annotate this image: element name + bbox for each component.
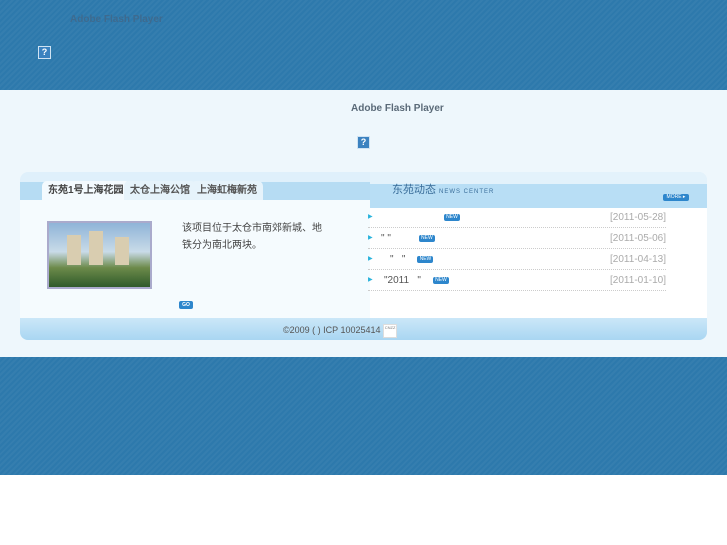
go-button[interactable]: GO xyxy=(179,301,193,309)
news-item-date: [2011-04-13] xyxy=(610,254,666,265)
news-header: 东苑动态 NEWS CENTER MORE ▸ xyxy=(370,172,707,208)
news-item[interactable]: ▶ " " NEW [2011-04-13] xyxy=(368,249,666,270)
bottom-banner xyxy=(0,357,727,475)
bullet-icon: ▶ xyxy=(368,256,373,262)
news-item-title: " " xyxy=(381,233,391,244)
new-badge: NEW xyxy=(418,234,435,242)
question-icon[interactable]: ? xyxy=(357,136,370,149)
tab-hongmei[interactable]: 上海虹梅新苑 xyxy=(191,181,263,201)
news-item[interactable]: ▶ " " NEW [2011-05-06] xyxy=(368,228,666,249)
bullet-icon: ▶ xyxy=(368,277,373,283)
new-badge: NEW xyxy=(444,213,460,221)
new-badge: NEW xyxy=(432,276,449,284)
news-item[interactable]: ▶ "2011 " NEW [2011-01-10] xyxy=(368,270,666,291)
flash-placeholder-text: Adobe Flash Player xyxy=(70,14,163,25)
tab-taicang[interactable]: 太仓上海公馆 xyxy=(124,181,196,201)
footer: ©2009 ( ) ICP 10025414 CNZZ xyxy=(20,318,707,340)
news-item-title: "2011 " xyxy=(384,275,421,286)
question-icon[interactable]: ? xyxy=(38,46,51,59)
news-title: 东苑动态 xyxy=(392,184,436,196)
project-description: 该项目位于太仓市南郊新城、地铁分为南北两块。 xyxy=(182,223,322,251)
copyright-text: ©2009 ( ) ICP 10025414 xyxy=(283,325,381,335)
news-item[interactable]: ▶ NEW [2011-05-28] xyxy=(368,207,666,228)
tab-dongyuan[interactable]: 东苑1号上海花园 xyxy=(42,181,130,201)
news-subtitle: NEWS CENTER xyxy=(439,189,495,195)
new-badge: NEW xyxy=(417,255,434,263)
stats-icon[interactable]: CNZZ xyxy=(383,323,398,338)
flash-placeholder-text: Adobe Flash Player xyxy=(351,103,444,114)
more-button[interactable]: MORE ▸ xyxy=(663,194,689,201)
project-pane: 该项目位于太仓市南郊新城、地铁分为南北两块。 GO xyxy=(20,200,370,318)
news-item-date: [2011-05-28] xyxy=(610,212,666,223)
news-item-date: [2011-05-06] xyxy=(610,233,666,244)
news-item-title: " " xyxy=(390,254,406,265)
bullet-icon: ▶ xyxy=(368,214,373,220)
news-item-date: [2011-01-10] xyxy=(610,275,666,286)
bullet-icon: ▶ xyxy=(368,235,373,241)
project-photo[interactable] xyxy=(47,221,152,289)
top-banner: Adobe Flash Player ? xyxy=(0,0,727,90)
